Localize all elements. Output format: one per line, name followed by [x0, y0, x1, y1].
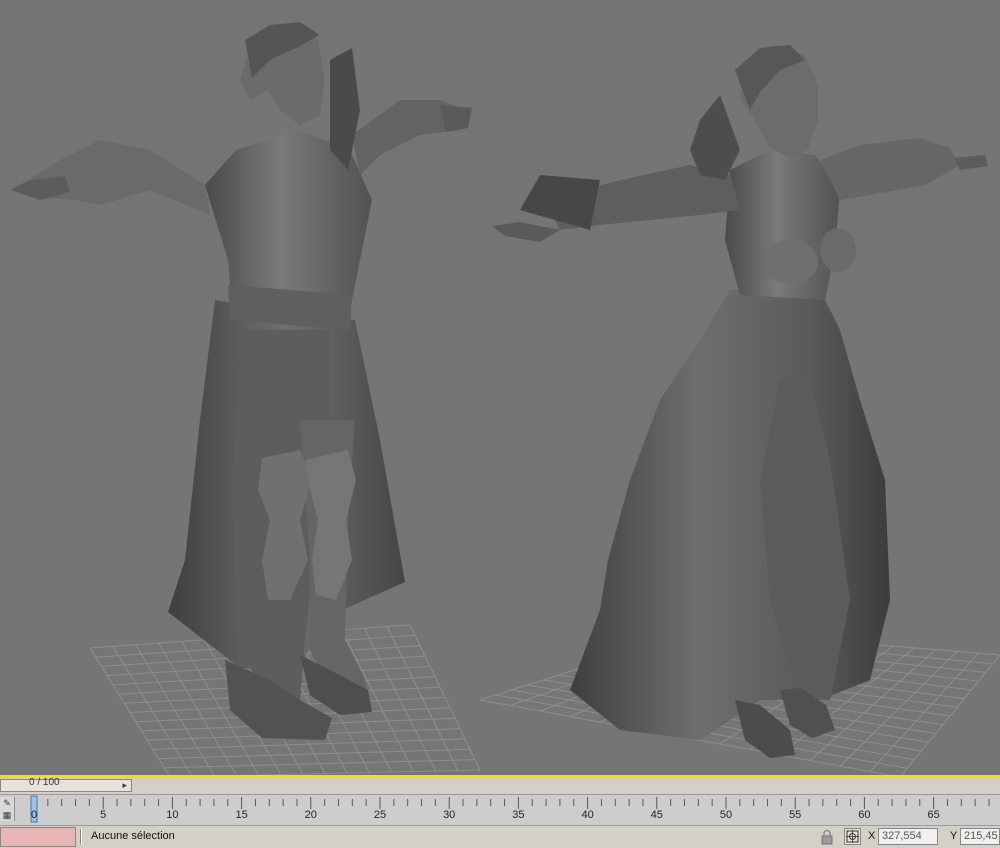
y-coord-label: Y: [950, 830, 958, 842]
ruler-tick-label: 40: [581, 809, 594, 821]
ruler-tick-label: 15: [235, 809, 248, 821]
frame-ruler[interactable]: 051015202530354045505560657: [14, 795, 1000, 825]
ruler-tick-label: 35: [512, 809, 525, 821]
time-slider-track[interactable]: 0 / 100 ▸: [0, 777, 1000, 794]
frame-counter: 0 / 100: [29, 777, 60, 788]
absolute-mode-icon[interactable]: [844, 828, 861, 845]
maxscript-listener-mini[interactable]: [0, 827, 76, 847]
ruler-tick-label: 30: [443, 809, 456, 821]
chevron-right-icon[interactable]: ▸: [122, 780, 127, 791]
time-slider-thumb[interactable]: 0 / 100 ▸: [0, 777, 132, 792]
x-coord-field[interactable]: 327,554: [878, 828, 938, 845]
timeline-panel: 0 / 100 ▸ ✎▦ 051015202530354045505560657…: [0, 777, 1000, 848]
ruler-tick-label: 25: [373, 809, 387, 821]
ruler-tick-label: 0: [30, 809, 38, 821]
x-coord-label: X: [868, 830, 876, 842]
ruler-tick-label: 20: [304, 809, 317, 821]
max-window: 0 / 100 ▸ ✎▦ 051015202530354045505560657…: [0, 0, 1000, 848]
perspective-viewport[interactable]: [0, 0, 1000, 777]
selection-status: Aucune sélection: [91, 830, 175, 842]
ruler-tick-label: 45: [650, 809, 663, 821]
ruler-tick-label: 5: [100, 809, 107, 821]
viewport-scene: [10, 22, 1000, 777]
status-bar: Aucune sélection X 327,554 Y 215,45: [0, 826, 1000, 848]
y-coord-field[interactable]: 215,45: [960, 828, 1000, 845]
male-character-model[interactable]: [10, 22, 472, 740]
key-filter-icon[interactable]: ✎ ▦: [0, 797, 15, 821]
status-separator: [80, 829, 82, 845]
ruler-ticks: [30, 795, 990, 823]
ruler-tick-label: 50: [719, 809, 733, 821]
ruler-tick-label: 55: [789, 809, 802, 821]
ruler-tick-label: 10: [166, 809, 179, 821]
female-character-model[interactable]: [492, 45, 988, 758]
ruler-tick-label: 60: [858, 809, 871, 821]
lock-icon[interactable]: [820, 829, 834, 845]
track-bar[interactable]: ✎▦ 051015202530354045505560657: [0, 794, 1000, 826]
ruler-tick-label: 65: [927, 809, 940, 821]
